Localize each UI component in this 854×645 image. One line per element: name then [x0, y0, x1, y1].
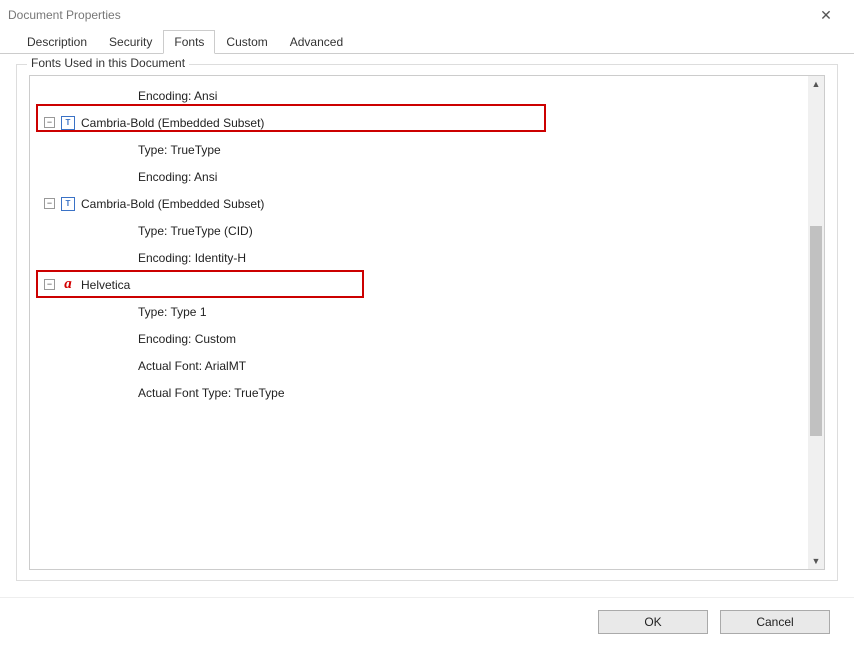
collapse-icon[interactable]: − [44, 198, 55, 209]
fieldset-legend: Fonts Used in this Document [27, 56, 189, 70]
ok-button[interactable]: OK [598, 610, 708, 634]
collapse-icon[interactable]: − [44, 117, 55, 128]
tree-detail: Encoding: Ansi [34, 82, 824, 109]
scroll-up-icon[interactable]: ▲ [808, 76, 824, 92]
tree-detail-text: Actual Font Type: TrueType [138, 386, 285, 400]
tab-security[interactable]: Security [98, 30, 163, 54]
content-area: Fonts Used in this Document Encoding: An… [0, 54, 854, 597]
tree-detail: Encoding: Custom [34, 325, 824, 352]
font-name: Cambria-Bold (Embedded Subset) [81, 116, 264, 130]
tab-custom[interactable]: Custom [215, 30, 278, 54]
tree-detail-text: Type: Type 1 [138, 305, 207, 319]
scrollbar-thumb[interactable] [810, 226, 822, 436]
tree-font-node[interactable]: − a Helvetica [34, 271, 824, 298]
collapse-icon[interactable]: − [44, 279, 55, 290]
cancel-button[interactable]: Cancel [720, 610, 830, 634]
font-tree: Encoding: Ansi − T Cambria-Bold (Embedde… [30, 76, 824, 412]
tree-detail: Actual Font Type: TrueType [34, 379, 824, 406]
tree-detail-text: Encoding: Identity-H [138, 251, 246, 265]
dialog-window: Document Properties ✕ Description Securi… [0, 0, 854, 645]
tab-advanced[interactable]: Advanced [279, 30, 354, 54]
truetype-icon: T [61, 197, 75, 211]
tree-detail: Encoding: Ansi [34, 163, 824, 190]
tree-font-node[interactable]: − T Cambria-Bold (Embedded Subset) [34, 190, 824, 217]
tree-font-node[interactable]: − T Cambria-Bold (Embedded Subset) [34, 109, 824, 136]
tree-detail-text: Type: TrueType (CID) [138, 224, 253, 238]
tree-detail-text: Encoding: Ansi [138, 170, 217, 184]
tree-detail-text: Encoding: Custom [138, 332, 236, 346]
dialog-buttons: OK Cancel [0, 597, 854, 645]
tab-fonts[interactable]: Fonts [163, 30, 215, 54]
type1-icon: a [61, 278, 75, 292]
tree-detail: Type: TrueType (CID) [34, 217, 824, 244]
tab-strip: Description Security Fonts Custom Advanc… [0, 30, 854, 54]
window-title: Document Properties [8, 8, 806, 22]
truetype-icon: T [61, 116, 75, 130]
tree-detail-text: Type: TrueType [138, 143, 221, 157]
scroll-down-icon[interactable]: ▼ [808, 553, 824, 569]
tree-detail: Encoding: Identity-H [34, 244, 824, 271]
tree-detail: Type: TrueType [34, 136, 824, 163]
vertical-scrollbar[interactable]: ▲ ▼ [808, 76, 824, 569]
font-name: Cambria-Bold (Embedded Subset) [81, 197, 264, 211]
titlebar: Document Properties ✕ [0, 0, 854, 30]
fonts-fieldset: Fonts Used in this Document Encoding: An… [16, 64, 838, 581]
font-name: Helvetica [81, 278, 130, 292]
tree-detail: Actual Font: ArialMT [34, 352, 824, 379]
tree-detail-text: Actual Font: ArialMT [138, 359, 246, 373]
tab-description[interactable]: Description [16, 30, 98, 54]
tree-detail-text: Encoding: Ansi [138, 89, 217, 103]
close-icon[interactable]: ✕ [806, 7, 846, 24]
tree-detail: Type: Type 1 [34, 298, 824, 325]
font-tree-box: Encoding: Ansi − T Cambria-Bold (Embedde… [29, 75, 825, 570]
